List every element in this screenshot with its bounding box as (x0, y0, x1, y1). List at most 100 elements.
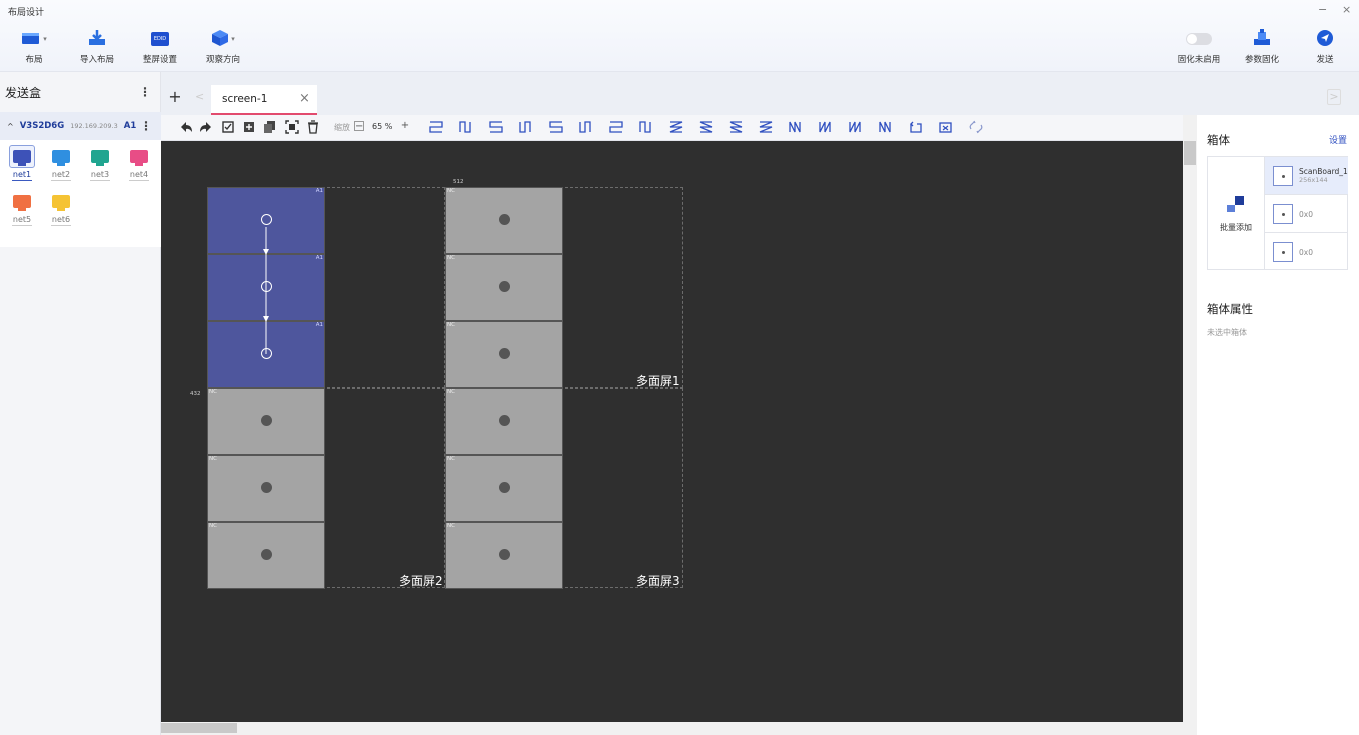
redo-icon[interactable] (199, 120, 213, 134)
cabinet-properties-title: 箱体属性 (1207, 302, 1253, 316)
wiring-pattern-14-icon[interactable] (818, 120, 832, 134)
wiring-pattern-3-icon[interactable] (488, 120, 503, 134)
wiring-pattern-11-icon[interactable] (728, 120, 743, 134)
cabinet-nc-label: NC (447, 523, 455, 529)
cabinet-thumbnail-icon (1273, 166, 1293, 186)
zoom-value: 65 % (372, 122, 393, 131)
cube-icon (211, 29, 229, 50)
batch-add-button[interactable]: 批量添加 (1208, 157, 1265, 269)
vertical-scroll-thumb[interactable] (1184, 141, 1196, 165)
import-layout-button[interactable]: 导入布局 (67, 28, 127, 65)
cabinet-11[interactable]: NC (445, 455, 563, 522)
close-window-button[interactable]: × (1342, 3, 1351, 16)
wiring-pattern-15-icon[interactable] (848, 120, 862, 134)
cabinet-library: 批量添加 ScanBoard_1 256x144 0x0 0x0 (1207, 156, 1348, 270)
net-label: net4 (129, 170, 149, 179)
copy-icon[interactable] (263, 120, 277, 134)
net-label: net3 (90, 170, 110, 179)
select-all-icon[interactable] (221, 120, 235, 134)
wiring-pattern-13-icon[interactable] (788, 120, 802, 134)
wiring-pattern-1-icon[interactable] (428, 120, 443, 134)
wiring-pattern-6-icon[interactable] (578, 120, 592, 134)
fix-toggle[interactable]: 固化未启用 (1169, 28, 1229, 65)
tab-prev-button[interactable]: < (195, 90, 204, 103)
more-icon[interactable]: ⋮ (139, 85, 151, 99)
wiring-pattern-2-icon[interactable] (458, 120, 472, 134)
vertical-scrollbar[interactable] (1183, 115, 1197, 735)
param-fix-icon (1252, 28, 1272, 50)
screen-settings-button[interactable]: EDID 整屏设置 (130, 28, 190, 65)
ethernet-port-icon (13, 195, 31, 211)
view-direction-button[interactable]: ▾ 观察方向 (193, 28, 253, 65)
cabinet-type-empty-1[interactable]: 0x0 (1265, 195, 1348, 233)
net-port-1[interactable]: net1 (7, 144, 37, 184)
wiring-pattern-9-icon[interactable] (668, 120, 683, 134)
zoom-label: 缩放 (334, 123, 350, 132)
sender-title: 发送盒 (5, 85, 42, 100)
ethernet-port-icon (13, 150, 31, 166)
view-direction-label: 观察方向 (205, 55, 240, 65)
cabinet-type-size: 0x0 (1299, 248, 1313, 257)
wiring-pattern-10-icon[interactable] (698, 120, 713, 134)
toggle-switch-icon (1186, 33, 1212, 45)
wiring-pattern-16-icon[interactable] (878, 120, 892, 134)
send-label: 发送 (1316, 55, 1334, 65)
tab-next-button[interactable]: > (1327, 89, 1341, 105)
chevron-down-icon: ▾ (231, 35, 235, 43)
minimize-button[interactable]: − (1318, 3, 1327, 16)
tab-screen-1[interactable]: screen-1 × (211, 85, 317, 115)
wiring-pattern-7-icon[interactable] (608, 120, 623, 134)
close-tab-icon[interactable]: × (299, 91, 310, 106)
cabinet-connector (499, 549, 510, 560)
zoom-in-button[interactable]: + (400, 121, 410, 131)
net-port-3[interactable]: net3 (85, 144, 115, 184)
disconnect-icon[interactable] (968, 120, 983, 134)
cabinet-settings-link[interactable]: 设置 (1329, 133, 1347, 146)
device-row[interactable]: ^ V3S2D6G 192.169.209.3 A1 ⋮ (0, 112, 161, 140)
wiring-pattern-4-icon[interactable] (518, 120, 532, 134)
region-label-3: 多面屏3 (636, 574, 680, 588)
cabinet-connector (261, 482, 272, 493)
cabinet-thumbnail-icon (1273, 242, 1293, 262)
wiring-custom-icon[interactable] (908, 120, 922, 134)
cabinet-connector (499, 482, 510, 493)
net-port-4[interactable]: net4 (124, 144, 154, 184)
net-port-6[interactable]: net6 (46, 189, 76, 229)
cabinet-type-scanboard[interactable]: ScanBoard_1 256x144 (1265, 157, 1348, 195)
sender-panel: 发送盒 ⋮ ^ V3S2D6G 192.169.209.3 A1 ⋮ net1 … (0, 72, 161, 735)
ethernet-port-icon (91, 150, 109, 166)
horizontal-scrollbar[interactable] (161, 722, 1183, 735)
cabinet-panel: 箱体 设置 批量添加 ScanBoard_1 256x144 0x0 0x0 箱… (1197, 115, 1359, 735)
add-screen-button[interactable]: + (167, 89, 183, 105)
wiring-pattern-5-icon[interactable] (548, 120, 563, 134)
cabinet-nc-label: NC (209, 456, 217, 462)
layout-button[interactable]: ▾ 布局 (4, 28, 64, 65)
device-port: A1 (123, 121, 137, 131)
send-icon (1316, 29, 1334, 50)
tab-label: screen-1 (222, 93, 268, 105)
clear-wiring-icon[interactable] (938, 120, 952, 134)
net-port-5[interactable]: net5 (7, 189, 37, 229)
horizontal-scroll-thumb[interactable] (161, 723, 237, 733)
batch-add-icon (1225, 194, 1247, 217)
cabinet-6[interactable]: NC (207, 522, 325, 589)
cabinet-5[interactable]: NC (207, 455, 325, 522)
add-cabinet-icon[interactable] (242, 120, 256, 134)
undo-icon[interactable] (179, 120, 193, 134)
chevron-up-icon[interactable]: ^ (7, 122, 14, 131)
param-fix-label: 参数固化 (1244, 55, 1279, 65)
wiring-pattern-12-icon[interactable] (758, 120, 773, 134)
param-fix-button[interactable]: 参数固化 (1232, 28, 1292, 65)
fit-screen-icon[interactable] (285, 120, 299, 134)
delete-icon[interactable] (306, 120, 320, 134)
wiring-pattern-8-icon[interactable] (638, 120, 652, 134)
edit-toolbar: 缩放 − 65 % + (161, 115, 1183, 141)
send-button[interactable]: 发送 (1295, 28, 1355, 65)
device-more-icon[interactable]: ⋮ (140, 119, 152, 133)
net-port-2[interactable]: net2 (46, 144, 76, 184)
layout-canvas[interactable]: 512 432 多面屏1 多面屏2 多面屏3 A1 A1 A1 NC NC NC… (161, 141, 1183, 722)
cabinet-type-empty-2[interactable]: 0x0 (1265, 233, 1348, 271)
cabinet-12[interactable]: NC (445, 522, 563, 589)
zoom-out-button[interactable]: − (354, 121, 364, 132)
import-layout-label: 导入布局 (79, 55, 114, 65)
